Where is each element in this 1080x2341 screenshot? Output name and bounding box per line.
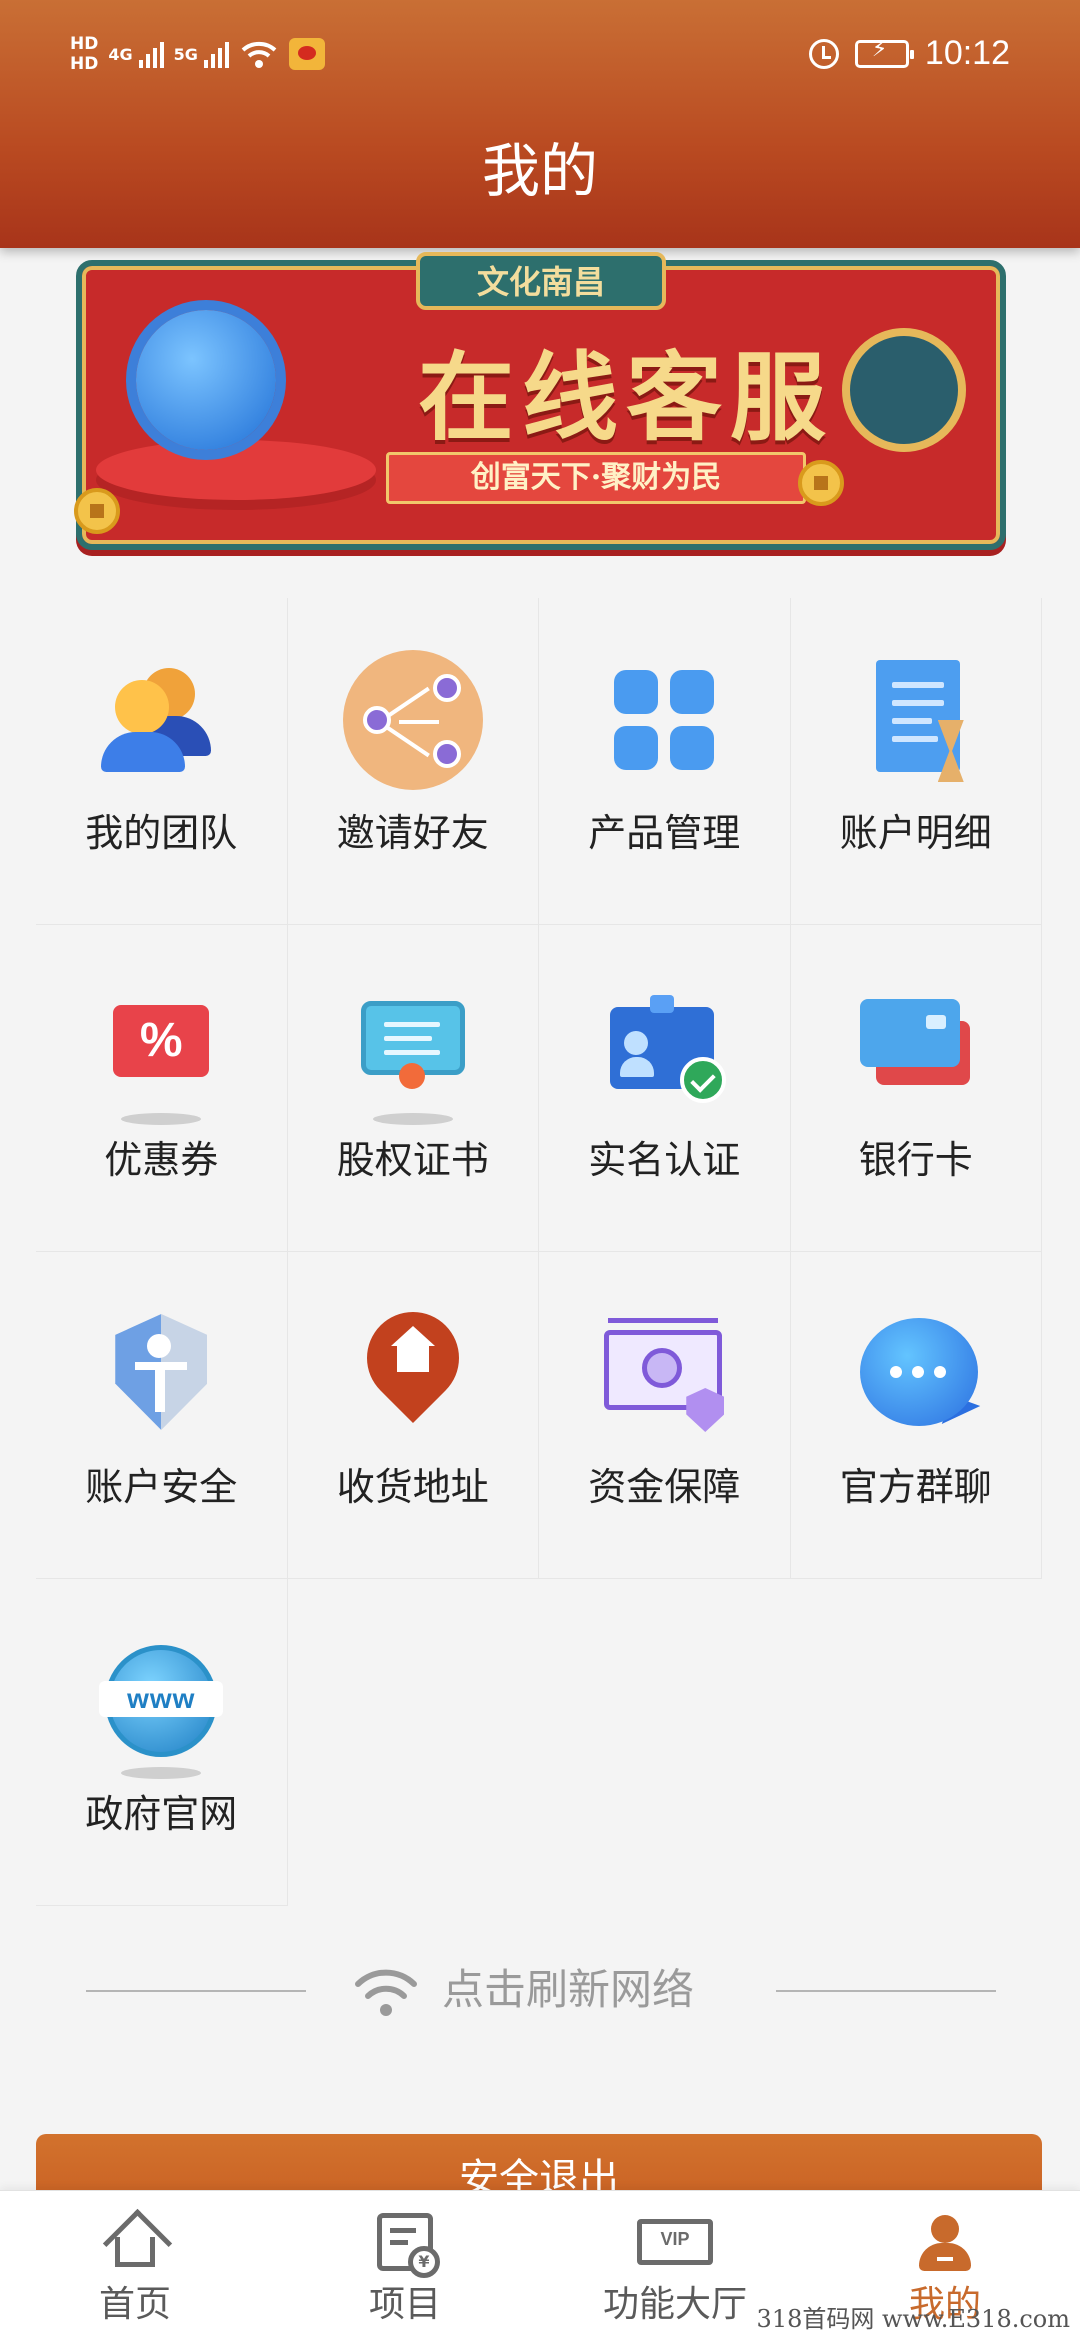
fund-guarantee-icon: [594, 1304, 734, 1444]
grid-item-my-team[interactable]: 我的团队: [36, 598, 288, 925]
www-icon-text: www: [99, 1681, 224, 1717]
grid-item-government-website[interactable]: www 政府官网: [36, 1579, 288, 1906]
coin-icon-left: [74, 488, 120, 534]
alarm-icon: [808, 38, 839, 69]
wifi-refresh-icon: [355, 1969, 417, 2016]
address-pin-icon: [343, 1292, 483, 1444]
team-icon: [91, 650, 231, 790]
shield-icon: [91, 1304, 231, 1444]
status-time: 10:12: [924, 34, 1010, 72]
hd-indicators: HD HD: [70, 34, 98, 74]
divider-left: [86, 1990, 306, 1992]
grid-item-equity-certificate[interactable]: 股权证书: [287, 925, 539, 1252]
headset-icon: [136, 310, 276, 450]
top-header: HD HD 4G 5G 10:12 我的: [0, 0, 1080, 248]
network-type-2: 5G: [173, 44, 198, 64]
bank-card-icon: [846, 977, 986, 1117]
grid-item-label: 邀请好友: [336, 811, 489, 855]
hd-indicator-1: HD: [70, 34, 99, 54]
seal-emblem-icon: [842, 328, 966, 452]
grid-item-coupon[interactable]: % 优惠券: [36, 925, 288, 1252]
grid-item-account-detail[interactable]: 账户明细: [790, 598, 1042, 925]
grid-item-official-group-chat[interactable]: 官方群聊: [790, 1252, 1042, 1579]
grid-item-label: 官方群聊: [839, 1465, 992, 1509]
grid-item-shipping-address[interactable]: 收货地址: [287, 1252, 539, 1579]
account-detail-icon: [846, 650, 986, 790]
www-globe-icon: www: [91, 1631, 231, 1779]
grid-item-label: 资金保障: [588, 1465, 741, 1509]
coin-icon-right: [798, 460, 844, 506]
grid-item-label: 账户明细: [839, 811, 992, 855]
tab-label: 项目: [368, 2284, 441, 2325]
refresh-network-row[interactable]: 点击刷新网络: [86, 1960, 996, 2020]
grid-item-product-management[interactable]: 产品管理: [539, 598, 791, 925]
signal-icon-2: [203, 40, 229, 68]
banner-title: 在线客服: [418, 341, 834, 454]
tab-project[interactable]: ¥ 项目: [270, 2191, 540, 2341]
banner-subtitle: 创富天下·聚财为民: [386, 452, 806, 504]
home-icon: [102, 2208, 173, 2279]
vip-icon: VIP: [637, 2219, 713, 2265]
project-icon: ¥: [377, 2213, 440, 2278]
grid-item-account-security[interactable]: 账户安全: [36, 1252, 288, 1579]
banner-tag: 文化南昌: [416, 252, 666, 310]
invite-icon: [342, 650, 483, 790]
grid-item-label: 银行卡: [858, 1138, 973, 1182]
watermark: 318首码网 www.E318.com: [756, 2305, 1070, 2333]
grid-item-bank-card[interactable]: 银行卡: [790, 925, 1042, 1252]
product-grid-icon: [594, 650, 734, 790]
grid-item-label: 实名认证: [588, 1138, 741, 1182]
grid-item-invite-friends[interactable]: 邀请好友: [287, 598, 539, 925]
grid-item-label: 政府官网: [85, 1792, 238, 1836]
hd-indicator-2: HD: [70, 54, 99, 74]
divider-right: [776, 1990, 996, 1992]
grid-item-label: 我的团队: [85, 811, 238, 855]
customer-service-banner[interactable]: 文化南昌 在线客服 创富天下·聚财为民: [74, 252, 1006, 550]
chat-bubble-icon: [846, 1304, 986, 1444]
battery-charging-icon: [854, 37, 914, 68]
banner-stage: [96, 440, 376, 500]
grid-item-label: 收货地址: [336, 1465, 489, 1509]
grid-item-label: 优惠券: [104, 1138, 219, 1182]
status-left: HD HD 4G 5G: [70, 34, 325, 74]
network-type-1: 4G: [108, 44, 133, 64]
status-right: 10:12: [808, 34, 1010, 73]
page-title: 我的: [481, 137, 598, 205]
status-bar: HD HD 4G 5G 10:12: [0, 28, 1080, 88]
grid-item-label: 账户安全: [85, 1465, 238, 1509]
refresh-network-label: 点击刷新网络: [442, 1965, 695, 2014]
grid-item-real-name-verification[interactable]: 实名认证: [539, 925, 791, 1252]
signal-icon-1: [138, 40, 164, 68]
wifi-icon: [241, 41, 277, 68]
coupon-icon: %: [91, 977, 231, 1125]
grid-item-label: 股权证书: [336, 1138, 489, 1182]
grid-item-fund-guarantee[interactable]: 资金保障: [539, 1252, 791, 1579]
profile-icon: [917, 2213, 973, 2271]
tab-label: 首页: [98, 2284, 171, 2325]
tab-home[interactable]: 首页: [0, 2191, 270, 2341]
weibo-app-icon: [288, 38, 325, 70]
grid-item-label: 产品管理: [588, 811, 741, 855]
function-grid: 我的团队 邀请好友 产品管理 账户明细 % 优惠券 股权证书 实名认证 银行卡 …: [36, 598, 1042, 1906]
certificate-icon: [343, 977, 483, 1125]
id-verify-icon: [594, 977, 734, 1117]
